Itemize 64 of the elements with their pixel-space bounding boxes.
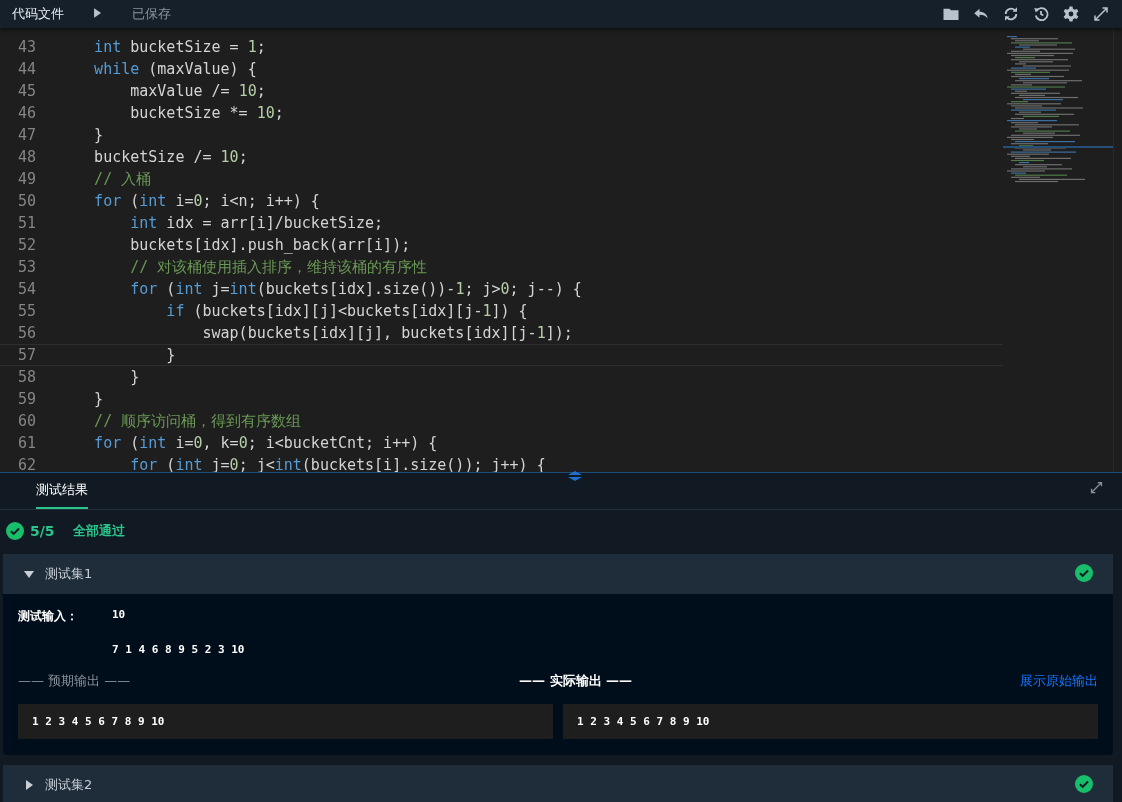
input-label: 测试输入： — [18, 608, 79, 625]
test-set-header[interactable]: 测试集2 — [3, 765, 1113, 802]
line-number: 47 — [16, 125, 37, 146]
code-line: maxValue /= 10; — [129, 81, 266, 102]
input-value: 7 1 4 6 8 9 5 2 3 10 — [112, 643, 246, 656]
code-line: for (int i=0; i<n; i++) { — [93, 191, 320, 212]
resize-handle-icon[interactable] — [566, 470, 584, 482]
code-line: } — [93, 389, 104, 410]
code-line: // 入桶 — [93, 169, 152, 190]
expected-output-heading: —— 预期输出 —— — [18, 673, 131, 688]
pass-status: 全部通过 — [72, 522, 125, 540]
line-number: 43 — [16, 37, 37, 58]
code-line: for (int i=0, k=0; i<bucketCnt; i++) { — [93, 433, 438, 454]
caret-right-icon[interactable] — [23, 779, 35, 791]
test-set-title: 测试集1 — [45, 565, 93, 583]
line-number: 60 — [16, 411, 37, 432]
code-line: int idx = arr[i]/bucketSize; — [129, 213, 384, 234]
code-line: bucketSize /= 10; — [93, 147, 248, 168]
actual-output: 1 2 3 4 5 6 7 8 9 10 — [563, 704, 1098, 739]
line-number: 57 — [16, 345, 37, 366]
code-line: bucketSize *= 10; — [129, 103, 284, 124]
code-line: while (maxValue) { — [93, 59, 257, 80]
caret-down-icon[interactable] — [23, 568, 35, 580]
code-line: } — [129, 367, 140, 388]
line-number: 55 — [16, 301, 37, 322]
pass-count: 5/5 — [30, 523, 55, 539]
line-number: 59 — [16, 389, 37, 410]
code-line: for (int j=int(buckets[idx].size())-1; j>0; j--) { — [129, 279, 582, 300]
settings-icon[interactable] — [1062, 5, 1080, 23]
line-number: 44 — [16, 59, 37, 80]
code-line: } — [93, 125, 104, 146]
input-value: 10 — [112, 608, 127, 623]
line-number: 46 — [16, 103, 37, 124]
line-number: 50 — [16, 191, 37, 212]
code-line: } — [165, 345, 176, 366]
code-line: int bucketSize = 1; — [93, 37, 266, 58]
line-number: 61 — [16, 433, 37, 454]
line-number: 51 — [16, 213, 37, 234]
code-line: // 对该桶使用插入排序，维持该桶的有序性 — [129, 257, 428, 278]
line-number: 53 — [16, 257, 37, 278]
expand-icon[interactable] — [1092, 5, 1110, 23]
actual-output-heading: —— 实际输出 —— — [519, 673, 633, 688]
show-raw-output-link[interactable]: 展示原始输出 — [1020, 672, 1098, 690]
line-number: 45 — [16, 81, 37, 102]
line-number: 56 — [16, 323, 37, 344]
line-number: 49 — [16, 169, 37, 190]
refresh-icon[interactable] — [1002, 5, 1020, 23]
line-number: 48 — [16, 147, 37, 168]
results-tab[interactable]: 测试结果 — [36, 481, 88, 509]
save-status: 已保存 — [132, 5, 171, 23]
line-number: 62 — [16, 455, 37, 472]
code-line: swap(buckets[idx][j], buckets[idx][j-1]); — [201, 323, 573, 344]
code-line: // 顺序访问桶，得到有序数组 — [93, 411, 302, 432]
expected-output: 1 2 3 4 5 6 7 8 9 10 — [18, 704, 553, 739]
test-set-title: 测试集2 — [45, 776, 93, 794]
line-number: 58 — [16, 367, 37, 388]
history-icon[interactable] — [1032, 5, 1050, 23]
line-number: 52 — [16, 235, 37, 256]
code-line: if (buckets[idx][j]<buckets[idx][j-1]) { — [165, 301, 528, 322]
expand-icon[interactable] — [1089, 480, 1104, 495]
code-line: buckets[idx].push_back(arr[i]); — [129, 235, 411, 256]
test-set-header[interactable]: 测试集1 — [3, 554, 1113, 594]
file-tab[interactable]: 代码文件 — [12, 5, 64, 23]
line-number: 54 — [16, 279, 37, 300]
